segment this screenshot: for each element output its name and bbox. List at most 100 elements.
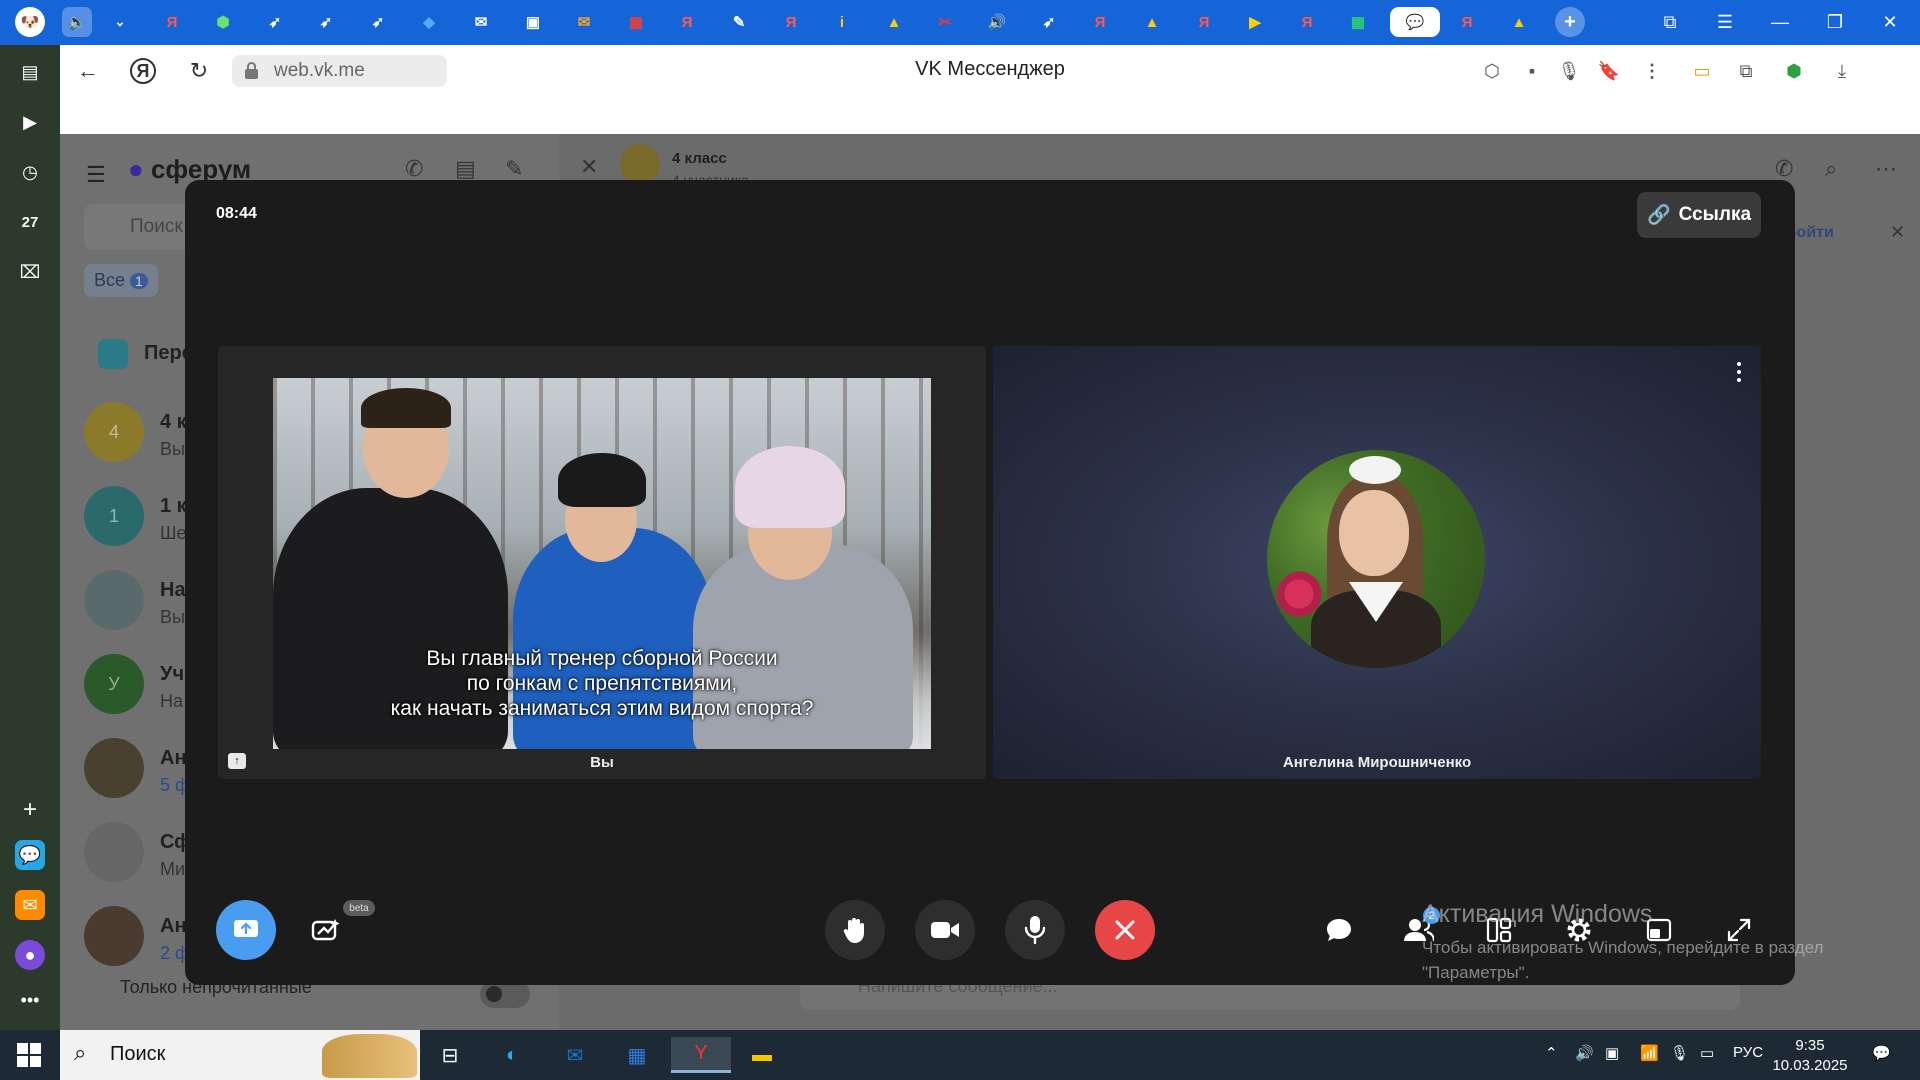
tab-play[interactable]: ▶ bbox=[1240, 7, 1270, 37]
screen-share-button[interactable] bbox=[216, 900, 276, 960]
filter-all-tab[interactable]: Все 1 bbox=[84, 264, 158, 297]
sidebar-add-icon[interactable]: + bbox=[15, 795, 45, 825]
chat-name[interactable]: Ан bbox=[160, 747, 187, 770]
tab-yandex-3[interactable]: Я bbox=[776, 7, 806, 37]
end-call-button[interactable] bbox=[1095, 900, 1155, 960]
back-button[interactable]: ← bbox=[74, 57, 102, 85]
browser-profile-icon[interactable]: 🐶 bbox=[15, 7, 45, 37]
new-tab-button[interactable]: + bbox=[1555, 7, 1585, 37]
tab-mail-ya[interactable]: ✉ bbox=[569, 7, 599, 37]
volume-icon[interactable]: 🔊 bbox=[1575, 1044, 1594, 1062]
file-explorer-icon[interactable]: ▬ bbox=[740, 1037, 784, 1073]
tab-picture[interactable]: ▦ bbox=[621, 7, 651, 37]
call-icon[interactable]: ✆ bbox=[1775, 156, 1793, 182]
bookmark-icon[interactable]: 🔖 bbox=[1595, 57, 1623, 85]
close-window-button[interactable]: ✕ bbox=[1875, 8, 1905, 36]
new-call-icon[interactable]: ✆ bbox=[405, 156, 423, 182]
restore-button[interactable]: ❐ bbox=[1820, 8, 1850, 36]
camera-button[interactable] bbox=[915, 900, 975, 960]
taskbar-search[interactable]: ⌕ Поиск bbox=[60, 1030, 420, 1080]
yandex-browser-taskbar[interactable]: Y bbox=[671, 1037, 731, 1073]
network-icon[interactable]: 📶 bbox=[1640, 1044, 1659, 1062]
tab-yandex-5[interactable]: Я bbox=[1189, 7, 1219, 37]
reload-button[interactable]: ↻ bbox=[185, 57, 213, 85]
sidebar-more-icon[interactable]: ••• bbox=[15, 985, 45, 1015]
extensions-icon[interactable]: ⬡ bbox=[1478, 57, 1506, 85]
outlook-icon[interactable]: ✉ bbox=[553, 1037, 597, 1073]
tab-wing-3[interactable]: ➶ bbox=[363, 7, 393, 37]
url-field[interactable]: web.vk.me bbox=[232, 55, 447, 87]
tab-tv[interactable]: ▣ bbox=[518, 7, 548, 37]
close-chat-icon[interactable]: ✕ bbox=[580, 154, 598, 180]
tab-image-1[interactable]: ▲ bbox=[879, 7, 909, 37]
participant-tile[interactable]: Ангелина Мирошниченко bbox=[993, 346, 1761, 779]
chat-name[interactable]: Уч bbox=[160, 663, 184, 686]
tab-wing-4[interactable]: ➶ bbox=[1034, 7, 1064, 37]
minimize-button[interactable]: — bbox=[1765, 8, 1795, 36]
tab-image-2[interactable]: ▲ bbox=[1137, 7, 1167, 37]
chat-button[interactable] bbox=[1309, 900, 1369, 960]
battery-icon[interactable]: ▭ bbox=[1700, 1044, 1714, 1062]
tab-scissors[interactable]: ✂ bbox=[930, 7, 960, 37]
browser-menu-icon[interactable]: ☰ bbox=[1710, 8, 1740, 36]
more-options-icon[interactable]: ⋮ bbox=[1638, 57, 1666, 85]
tab-info[interactable]: i bbox=[827, 7, 857, 37]
tab-shield[interactable]: ⬢ bbox=[208, 7, 238, 37]
tab-cube[interactable]: ◆ bbox=[414, 7, 444, 37]
reading-list-icon[interactable]: ⧉ bbox=[1732, 57, 1760, 85]
task-view-icon[interactable]: ⊟ bbox=[428, 1037, 472, 1073]
avatar[interactable] bbox=[84, 738, 144, 798]
extension-green-icon[interactable]: ⬢ bbox=[1780, 57, 1808, 85]
tab-wing-1[interactable]: ➶ bbox=[260, 7, 290, 37]
chat-name[interactable]: 4 к bbox=[160, 411, 187, 434]
tab-green[interactable]: ▦ bbox=[1343, 7, 1373, 37]
sidebar-messenger-icon[interactable]: 💬 bbox=[15, 840, 45, 870]
tray-chevron-icon[interactable]: ⌃ bbox=[1545, 1044, 1558, 1062]
downloads-icon[interactable]: ⤓ bbox=[1828, 57, 1856, 85]
avatar[interactable] bbox=[84, 822, 144, 882]
compose-icon[interactable]: ✎ bbox=[505, 156, 523, 182]
calendar-icon[interactable]: 27 bbox=[15, 207, 45, 237]
tab-image-3[interactable]: ▲ bbox=[1504, 7, 1534, 37]
yandex-logo-icon[interactable]: Я bbox=[130, 58, 156, 84]
avatar[interactable]: 4 bbox=[84, 402, 144, 462]
participant-menu-icon[interactable] bbox=[1735, 362, 1743, 382]
archive-icon[interactable]: ▤ bbox=[455, 156, 476, 182]
history-icon[interactable]: ◷ bbox=[15, 157, 45, 187]
camera-permission-icon[interactable]: ▪ bbox=[1518, 57, 1546, 85]
tab-speaker[interactable]: 🔈 bbox=[62, 7, 92, 37]
tab-mail-icon[interactable]: ✉ bbox=[466, 7, 496, 37]
tabs-dropdown-icon[interactable]: ⌄ bbox=[105, 7, 135, 37]
sidebar-mail-icon[interactable]: ✉ bbox=[15, 890, 45, 920]
chat-name[interactable]: На bbox=[160, 579, 186, 602]
search-icon[interactable]: ⌕ bbox=[1825, 156, 1837, 182]
tab-yandex-6[interactable]: Я bbox=[1292, 7, 1322, 37]
avatar[interactable] bbox=[84, 570, 144, 630]
tab-yandex-7[interactable]: Я bbox=[1452, 7, 1482, 37]
tab-wing-2[interactable]: ➶ bbox=[311, 7, 341, 37]
clock[interactable]: 9:35 10.03.2025 bbox=[1765, 1036, 1855, 1076]
chat-name[interactable]: Ан bbox=[160, 915, 187, 938]
mic-permission-icon[interactable]: 🎙 bbox=[1555, 57, 1583, 85]
tab-sound[interactable]: 🔊 bbox=[982, 7, 1012, 37]
notifications-icon[interactable]: 💬 bbox=[1872, 1044, 1891, 1062]
more-icon[interactable]: ⋯ bbox=[1875, 156, 1897, 182]
battery-saver-icon[interactable]: ▭ bbox=[1688, 57, 1716, 85]
avatar[interactable]: 1 bbox=[84, 486, 144, 546]
tab-yandex-1[interactable]: Я bbox=[157, 7, 187, 37]
raise-hand-button[interactable] bbox=[825, 900, 885, 960]
tab-collections-icon[interactable]: ⧉ bbox=[1655, 8, 1685, 36]
meet-now-icon[interactable]: ▣ bbox=[1605, 1044, 1619, 1062]
tab-doc[interactable]: ✎ bbox=[724, 7, 754, 37]
screenshot-icon[interactable]: ⌧ bbox=[15, 257, 45, 287]
mic-tray-icon[interactable]: 🎙 bbox=[1670, 1044, 1689, 1062]
copy-link-button[interactable]: 🔗 Ссылка bbox=[1637, 192, 1761, 238]
language-indicator[interactable]: РУС bbox=[1733, 1044, 1763, 1061]
tab-vk-messenger-active[interactable]: 💬 bbox=[1390, 7, 1440, 37]
chat-name[interactable]: 1 к bbox=[160, 495, 187, 518]
microphone-button[interactable] bbox=[1005, 900, 1065, 960]
close-banner-icon[interactable]: ✕ bbox=[1890, 222, 1905, 243]
menu-icon[interactable]: ☰ bbox=[86, 162, 106, 188]
tab-yandex-4[interactable]: Я bbox=[1085, 7, 1115, 37]
avatar[interactable] bbox=[84, 906, 144, 966]
